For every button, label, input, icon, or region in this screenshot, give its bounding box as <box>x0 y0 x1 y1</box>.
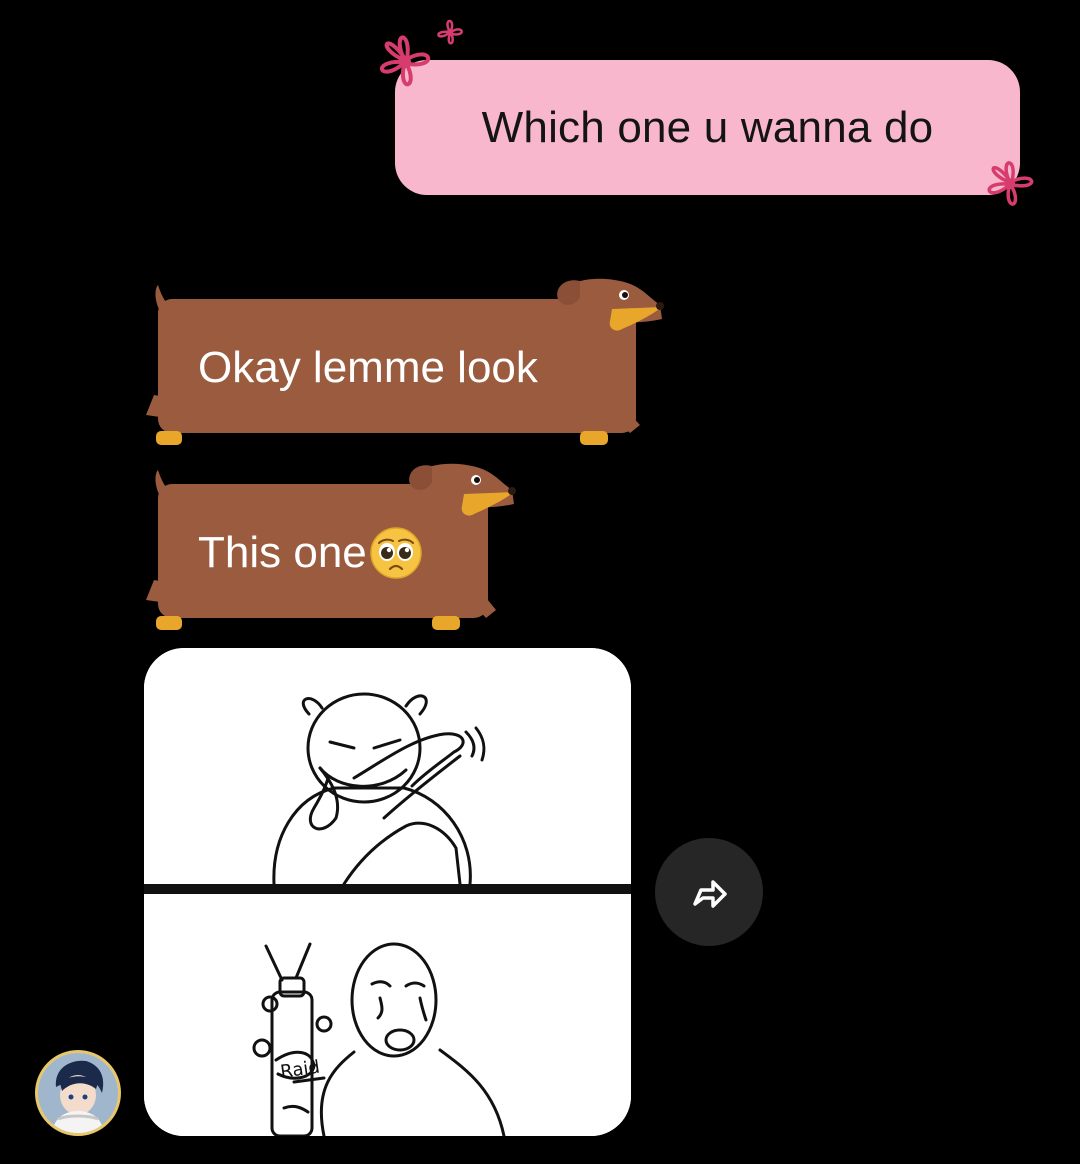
contact-avatar[interactable] <box>35 1050 121 1136</box>
message-text: This one <box>198 528 367 577</box>
flower-decoration-icon <box>987 161 1034 206</box>
message-text: Which one u wanna do <box>481 102 934 152</box>
incoming-message[interactable]: Okay lemme look <box>198 338 538 398</box>
incoming-message[interactable]: This one <box>198 523 423 583</box>
flower-decoration-icon <box>380 35 431 87</box>
share-arrow-icon <box>693 880 727 908</box>
meme-drawing: Raid <box>144 648 631 1136</box>
message-text: Okay lemme look <box>198 343 538 392</box>
avatar-image <box>38 1053 118 1133</box>
outgoing-message-bubble[interactable]: Which one u wanna do <box>395 60 1020 195</box>
share-button[interactable] <box>655 838 763 946</box>
meme-image[interactable]: Raid <box>144 648 631 1136</box>
small-flower-icon <box>437 19 463 45</box>
pleading-face-emoji-icon <box>370 527 422 579</box>
